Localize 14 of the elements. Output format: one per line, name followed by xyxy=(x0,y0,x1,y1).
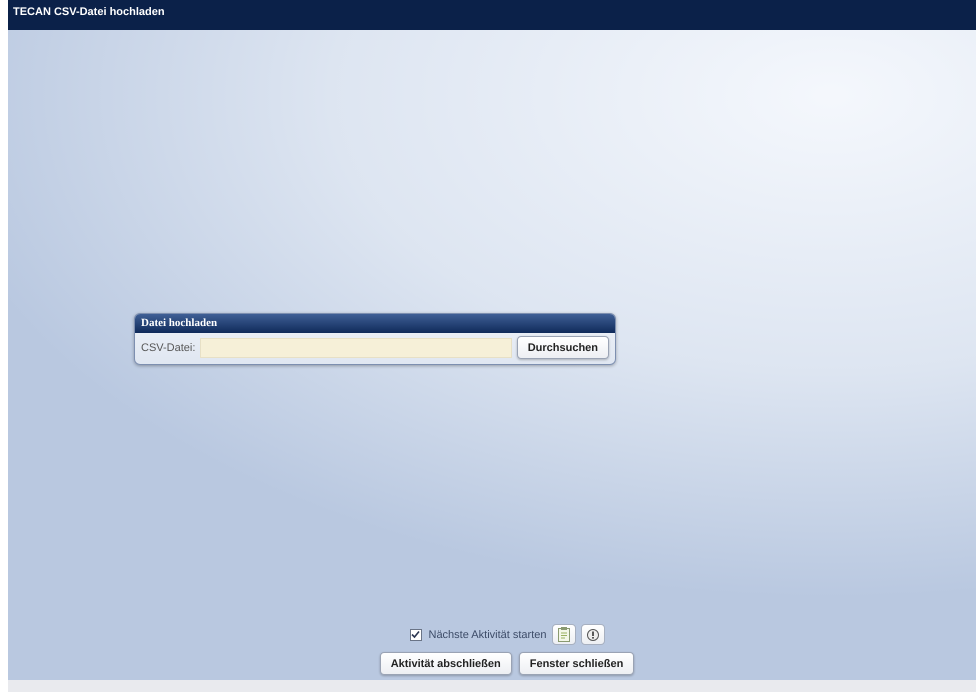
browse-button[interactable]: Durchsuchen xyxy=(516,336,609,359)
notepad-button[interactable] xyxy=(552,624,576,645)
panel-title: Datei hochladen xyxy=(135,314,615,333)
close-window-button[interactable]: Fenster schließen xyxy=(518,652,634,675)
window-title: TECAN CSV-Datei hochladen xyxy=(8,0,976,30)
info-button[interactable] xyxy=(580,624,604,645)
info-icon xyxy=(586,628,598,640)
notepad-icon xyxy=(558,627,570,642)
finish-activity-button[interactable]: Aktivität abschließen xyxy=(380,652,512,675)
checkbox-label: Nächste Aktivität starten xyxy=(428,628,546,640)
next-activity-checkbox[interactable] xyxy=(410,628,422,640)
csv-file-field[interactable] xyxy=(200,338,512,358)
checkmark-icon xyxy=(411,630,420,639)
field-label: CSV-Datei: xyxy=(141,342,196,354)
